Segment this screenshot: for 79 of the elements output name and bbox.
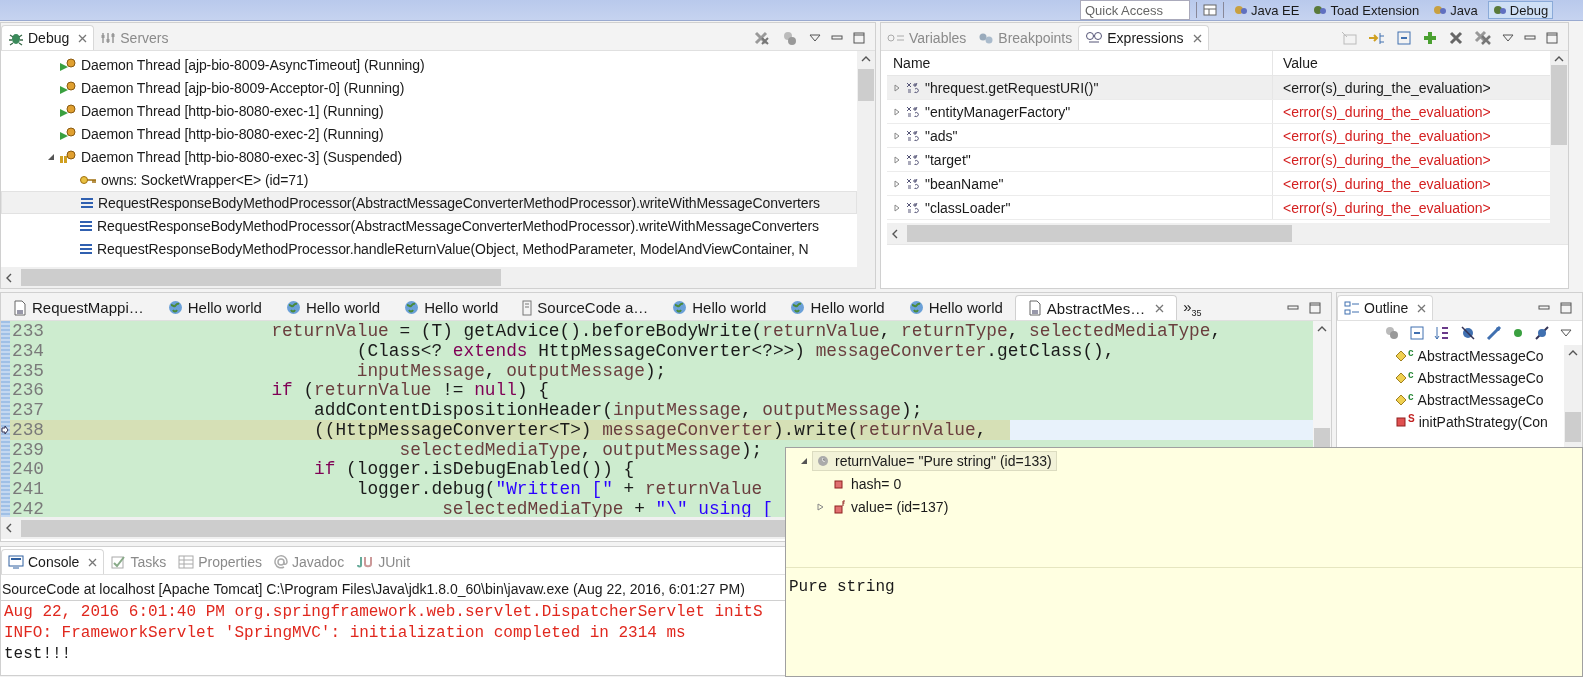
constructor-marker: c [1408,346,1414,358]
editor-tab[interactable]: Hello world [660,295,779,320]
code-line: if (returnValue != null) { [270,380,549,401]
expression-value: <error(s)_during_the_evaluation> [1283,151,1491,168]
static-marker: S [1408,412,1415,424]
perspective-button[interactable]: Java EE [1230,1,1304,19]
line-number: 236 [11,380,45,401]
line-number: 242 [11,499,45,517]
variable-item[interactable]: value= (id=137) [828,496,954,517]
editor-tab[interactable]: Hello world [273,295,393,320]
thread-label[interactable]: Daemon Thread [http-bio-8080-exec-1] (Running) [81,102,384,119]
editor-tab[interactable]: SourceCode a… [510,295,661,320]
variable-item[interactable]: returnValue= "Pure string" (id=133) [812,450,1057,471]
expression-name[interactable]: "entityManagerFactory" [925,103,1071,120]
view-tab[interactable]: Console [1,549,105,574]
code-line: if (logger.isDebugEnabled()) { [313,459,635,480]
console-line: INFO: FrameworkServlet 'SpringMVC': initialization completed in 2314 ms [4,624,687,644]
code-line: logger.debug("Written [" + returnValue [355,479,763,500]
constructor-marker: c [1408,368,1414,380]
code-line: returnValue = (T) getAdvice().beforeBodyWrite(returnValue, returnType, selectedMediaType, [270,321,1222,341]
constructor-marker: c [1408,390,1414,402]
view-tab[interactable]: Tasks [104,549,173,574]
outline-item[interactable]: initPathStrategy(Con [1418,414,1548,430]
more-tabs-button[interactable]: »$_{35}$ [1177,295,1208,320]
editor-tab[interactable]: Hello world [778,295,897,320]
column-header[interactable]: Value [1273,51,1550,75]
line-number: 240 [11,459,45,480]
expression-value: <error(s)_during_the_evaluation> [1283,175,1491,192]
editor-tab[interactable]: Hello world [896,295,1015,320]
line-number: 237 [11,400,45,421]
line-number: 241 [11,479,45,500]
expression-name[interactable]: "target" [925,151,971,168]
thread-label[interactable]: Daemon Thread [http-bio-8080-exec-2] (Running) [81,125,384,142]
stack-frame-label[interactable]: RequestResponseBodyMethodProcessor.handleReturnValue(Object, MethodParameter, ModelAndViewContainer, N [97,240,809,257]
perspective-button[interactable]: Debug [1487,1,1554,19]
code-line: selectedMediaType, outputMessage); [398,439,763,460]
monitor-label[interactable]: owns: SocketWrapper<E> (id=71) [101,171,309,188]
line-number: 234 [11,340,45,361]
view-tab[interactable]: Expressions [1078,25,1209,50]
expression-value: <error(s)_during_the_evaluation> [1283,199,1491,216]
column-header[interactable]: Name [887,51,1273,75]
expression-name[interactable]: "hrequest.getRequestURI()" [925,79,1099,96]
code-line: selectedMediaType + "\" using [ [441,499,773,517]
outline-item[interactable]: AbstractMessageCo [1417,370,1544,386]
perspective-button[interactable]: Toad Extension [1309,1,1424,19]
thread-label[interactable]: Daemon Thread [http-bio-8080-exec-3] (Suspended) [81,148,403,165]
console-line: test!!! [4,645,73,665]
editor-tab[interactable]: RequestMappi… [1,295,156,320]
view-tab[interactable]: Debug [1,25,95,50]
detail-text: Pure string [788,577,896,598]
line-number: 235 [11,360,45,381]
editor-tab[interactable]: AbstractMes… [1014,295,1178,320]
code-line: ((HttpMessageConverter<T>) messageConverter).write(returnValue, [313,419,987,440]
stack-frame-label[interactable]: RequestResponseBodyMethodProcessor(AbstractMessageConverterMethodProcessor).writeWithMessageConverters [97,217,819,234]
line-number: 233 [11,321,45,341]
code-line: addContentDispositionHeader(inputMessage, outputMessage); [313,400,923,421]
thread-label[interactable]: Daemon Thread [ajp-bio-8009-Acceptor-0] (Running) [81,79,405,96]
code-line: inputMessage, outputMessage); [355,360,667,381]
variable-item[interactable]: hash= 0 [828,473,907,494]
perspective-button[interactable]: Java [1429,1,1482,19]
editor-tab[interactable]: Hello world [155,295,274,320]
line-number: 239 [11,439,45,460]
quick-access-field[interactable]: Quick Access [1080,0,1190,20]
expression-name[interactable]: "beanName" [925,175,1004,192]
expression-value: <error(s)_during_the_evaluation> [1283,79,1491,96]
console-line: Aug 22, 2016 6:01:40 PM org.springframework.web.servlet.DispatcherServlet initS [4,603,764,623]
outline-item[interactable]: AbstractMessageCo [1417,348,1544,364]
view-tab[interactable]: Properties [172,549,268,574]
outline-item[interactable]: AbstractMessageCo [1417,392,1544,408]
thread-label[interactable]: Daemon Thread [ajp-bio-8009-AsyncTimeout] (Running) [81,56,425,73]
view-tab[interactable]: Javadoc [268,549,351,574]
expression-value: <error(s)_during_the_evaluation> [1283,127,1491,144]
editor-tab[interactable]: Hello world [392,295,511,320]
line-number: 238 [11,419,45,440]
code-line: (Class<? extends HttpMessageConverter<?>>) messageConverter.getClass(), [355,340,1115,361]
expression-name[interactable]: "ads" [925,127,958,144]
expression-value: <error(s)_during_the_evaluation> [1283,103,1491,120]
view-tab[interactable]: Outline [1337,295,1434,320]
expression-name[interactable]: "classLoader" [925,199,1011,216]
